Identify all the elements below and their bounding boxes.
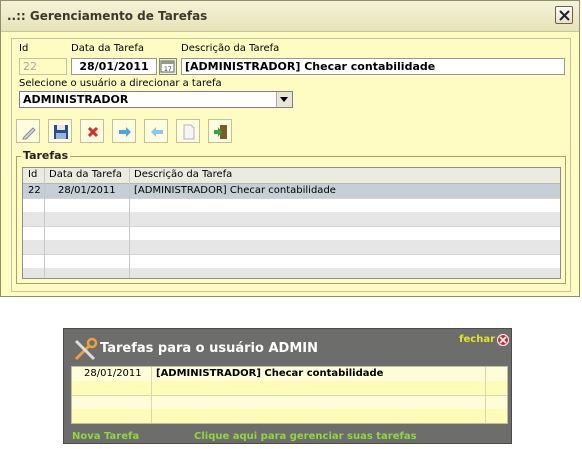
user-select-label: Selecione o usuário a direcionar a taref… — [19, 78, 222, 89]
user-select-value: ADMINISTRADOR — [23, 93, 129, 106]
save-button[interactable] — [48, 119, 72, 143]
date-field[interactable]: 28/01/2011 — [71, 58, 157, 75]
column-divider — [129, 168, 130, 278]
task-date: 28/01/2011 — [84, 368, 142, 379]
column-header-date[interactable]: Data da Tarefa — [49, 169, 122, 180]
table-row-empty — [23, 226, 560, 241]
tarefas-grid[interactable]: Id Data da Tarefa Descrição da Tarefa 22… — [22, 167, 561, 279]
previous-button[interactable] — [144, 119, 168, 143]
cell-description: [ADMINISTRADOR] Checar contabilidade — [134, 185, 336, 196]
column-header-description[interactable]: Descrição da Tarefa — [134, 169, 232, 180]
table-row[interactable]: 22 28/01/2011 [ADMINISTRADOR] Checar con… — [23, 184, 560, 199]
table-row-empty — [23, 198, 560, 213]
calendar-icon: 17 — [160, 60, 175, 73]
date-label: Data da Tarefa — [71, 43, 144, 54]
calendar-button[interactable]: 17 — [159, 58, 177, 75]
save-icon — [54, 125, 68, 139]
next-icon — [119, 127, 131, 137]
task-description: [ADMINISTRADOR] Checar contabilidade — [156, 368, 384, 379]
dropdown-arrow[interactable] — [276, 92, 292, 107]
edit-icon — [22, 127, 36, 140]
column-divider — [151, 367, 152, 423]
user-tasks-panel: Tarefas para o usuário ADMIN fechar 28/0… — [63, 328, 512, 444]
title-bar[interactable]: ..:: Gerenciamento de Tarefas — [1, 1, 579, 32]
column-divider — [44, 168, 45, 278]
close-panel-button[interactable] — [497, 334, 509, 346]
new-button[interactable] — [176, 119, 200, 143]
chevron-down-icon — [280, 97, 288, 102]
exit-button[interactable] — [208, 119, 232, 143]
table-row-empty — [23, 212, 560, 227]
table-row-empty — [23, 240, 560, 255]
task-manager-window: ..:: Gerenciamento de Tarefas Id Data da… — [0, 0, 580, 297]
cell-date: 28/01/2011 — [58, 185, 116, 196]
tools-icon — [72, 337, 98, 366]
new-task-link[interactable]: Nova Tarefa — [72, 431, 139, 442]
description-field[interactable]: [ADMINISTRADOR] Checar contabilidade — [181, 58, 565, 75]
list-item[interactable]: 28/01/2011 [ADMINISTRADOR] Checar contab… — [72, 367, 507, 382]
table-row-empty — [23, 254, 560, 269]
id-field: 22 — [19, 58, 67, 75]
user-select[interactable]: ADMINISTRADOR — [19, 91, 293, 108]
panel-title: Tarefas para o usuário ADMIN — [100, 341, 318, 356]
delete-icon — [87, 126, 99, 138]
window-title: ..:: Gerenciamento de Tarefas — [7, 9, 208, 23]
previous-icon — [151, 127, 163, 137]
column-header-id[interactable]: Id — [28, 169, 37, 180]
list-item-empty — [72, 381, 507, 396]
tarefas-group: Tarefas Id Data da Tarefa Descrição da T… — [16, 149, 566, 284]
next-button[interactable] — [112, 119, 136, 143]
delete-button[interactable] — [80, 119, 104, 143]
close-icon — [499, 336, 507, 344]
cell-id: 22 — [28, 185, 41, 196]
id-label: Id — [19, 43, 29, 54]
table-row-empty — [23, 268, 560, 278]
exit-icon — [214, 125, 227, 139]
close-icon — [559, 10, 570, 21]
close-link[interactable]: fechar — [459, 334, 495, 345]
description-label: Descrição da Tarefa — [181, 43, 280, 54]
list-item-empty — [72, 409, 507, 423]
svg-text:17: 17 — [164, 66, 172, 73]
list-item-empty — [72, 395, 507, 410]
grid-header: Id Data da Tarefa Descrição da Tarefa — [23, 168, 560, 184]
manage-tasks-link[interactable]: Clique aqui para gerenciar suas tarefas — [194, 431, 417, 442]
column-divider — [485, 367, 486, 423]
user-tasks-grid[interactable]: 28/01/2011 [ADMINISTRADOR] Checar contab… — [71, 366, 508, 424]
edit-button[interactable] — [16, 119, 40, 143]
tarefas-legend: Tarefas — [21, 149, 71, 162]
close-button[interactable] — [555, 6, 573, 24]
new-document-icon — [183, 124, 195, 140]
